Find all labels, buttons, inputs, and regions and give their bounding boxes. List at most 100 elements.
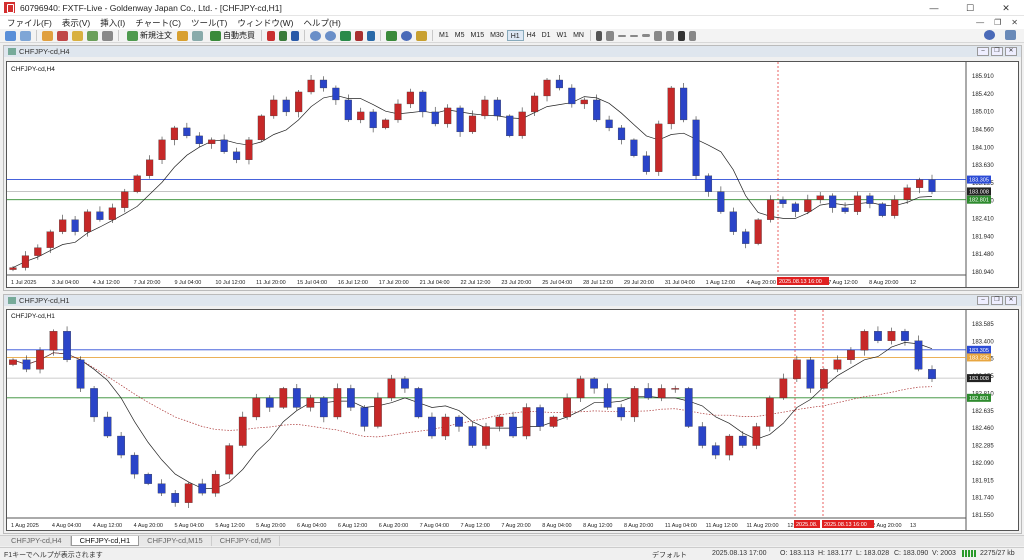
tile-windows-icon[interactable] <box>340 30 351 41</box>
toolbar-separator <box>380 30 381 41</box>
menu-tools[interactable]: ツール(T) <box>188 17 234 29</box>
chart-close-icon[interactable]: ✕ <box>1005 47 1017 56</box>
navigator-icon[interactable] <box>72 30 83 41</box>
price-tick-label: 182.090 <box>972 461 994 467</box>
zoom-out-icon[interactable] <box>325 30 336 41</box>
candle-body <box>232 151 241 160</box>
maximize-icon[interactable]: ☐ <box>952 0 988 16</box>
candle-body <box>406 91 414 105</box>
chart-close-icon[interactable]: ✕ <box>1005 296 1017 305</box>
line-chart-icon[interactable] <box>291 30 299 41</box>
price-tick-label: 181.915 <box>972 478 994 484</box>
price-level-tag-label: 182.801 <box>969 396 989 402</box>
chart-minimize-icon[interactable]: – <box>977 47 989 56</box>
timeframe-m15[interactable]: M15 <box>467 30 487 41</box>
new-chart-icon[interactable] <box>5 30 16 41</box>
candle-body <box>49 331 58 351</box>
terminal-icon[interactable] <box>87 30 98 41</box>
strategy-tester-icon[interactable] <box>102 30 113 41</box>
vertical-line-icon[interactable] <box>617 34 626 37</box>
profiles-icon[interactable] <box>20 30 31 41</box>
candle-body <box>257 115 265 141</box>
chart-restore-icon[interactable]: ❐ <box>991 47 1003 56</box>
time-tick-label: 5 Aug 04:00 <box>174 523 203 529</box>
trendline-icon[interactable] <box>641 34 650 37</box>
candle-body <box>555 79 563 89</box>
horizontal-line-icon[interactable] <box>629 34 638 37</box>
chart-canvas-h1[interactable]: CHFJPY-cd,H1 183.585183.400183.225183.05… <box>7 310 1018 530</box>
menu-insert[interactable]: 挿入(I) <box>97 17 132 29</box>
timeframe-w1[interactable]: W1 <box>554 30 571 41</box>
bar-chart-icon[interactable] <box>267 30 275 41</box>
cursor-icon[interactable] <box>595 30 602 41</box>
menu-view[interactable]: 表示(V) <box>59 17 97 29</box>
periods-icon[interactable] <box>401 30 412 41</box>
tab-chfjpy-m5[interactable]: CHFJPY-cd,M5 <box>212 536 281 546</box>
chart-minimize-icon[interactable]: – <box>977 296 989 305</box>
timeframe-h1[interactable]: H1 <box>506 30 524 41</box>
auto-trading-button[interactable]: 自動売買 <box>205 30 258 42</box>
candle-body <box>225 445 234 475</box>
new-order-button[interactable]: 新規注文 <box>122 30 175 42</box>
candle-body <box>531 95 539 113</box>
channel-icon[interactable] <box>653 30 662 41</box>
indicators-icon[interactable] <box>386 30 397 41</box>
time-tick-label: 5 Aug 12:00 <box>215 523 244 529</box>
templates-icon[interactable] <box>416 30 427 41</box>
autoscroll-icon[interactable] <box>367 30 375 41</box>
zoom-in-icon[interactable] <box>310 30 321 41</box>
candle-body <box>704 175 713 192</box>
search-icon[interactable] <box>984 30 995 40</box>
timeframe-h4[interactable]: H4 <box>524 30 539 41</box>
candle-body <box>841 207 849 212</box>
price-tick-label: 182.635 <box>972 409 994 415</box>
candle-body <box>108 207 116 220</box>
chart-restore-icon[interactable]: ❐ <box>991 296 1003 305</box>
time-tick-label: 4 Aug 20:00 <box>134 523 163 529</box>
timeframe-m1[interactable]: M1 <box>436 30 452 41</box>
menu-chart[interactable]: チャート(C) <box>132 17 188 29</box>
new-order-label: 新規注文 <box>140 31 172 40</box>
candle-body <box>791 203 799 212</box>
tab-chfjpy-h4[interactable]: CHFJPY-cd,H4 <box>3 536 71 546</box>
menu-file[interactable]: ファイル(F) <box>4 17 59 29</box>
mdi-minimize-icon[interactable]: — <box>976 16 984 29</box>
candle-body <box>833 359 842 370</box>
options-icon[interactable] <box>192 30 203 41</box>
chart-shift-icon[interactable] <box>355 30 363 41</box>
price-tick-label: 183.400 <box>972 339 994 345</box>
price-level-tag-label: 183.225 <box>969 355 989 361</box>
mdi-close-icon[interactable]: ✕ <box>1011 16 1018 29</box>
chart-plot-h1[interactable]: CHFJPY-cd,H1 183.585183.400183.225183.05… <box>6 309 1019 531</box>
minimize-icon[interactable]: — <box>916 0 952 16</box>
tab-chfjpy-m15[interactable]: CHFJPY-cd,M15 <box>139 536 212 546</box>
arrows-icon[interactable] <box>688 30 696 41</box>
close-icon[interactable]: ✕ <box>988 0 1024 16</box>
timeframe-d1[interactable]: D1 <box>539 30 554 41</box>
market-watch-icon[interactable] <box>42 30 53 41</box>
candle-body <box>332 87 340 101</box>
menu-help[interactable]: ヘルプ(H) <box>301 17 348 29</box>
data-window-icon[interactable] <box>57 30 68 41</box>
crosshair-icon[interactable] <box>605 30 614 41</box>
candle-body <box>901 331 909 341</box>
fibonacci-icon[interactable] <box>665 30 674 41</box>
tab-chfjpy-h1[interactable]: CHFJPY-cd,H1 <box>70 536 140 546</box>
text-tool-icon[interactable] <box>677 30 685 41</box>
chart-plot-h4[interactable]: CHFJPY-cd,H4 185.910 185.420 185.010 184.56… <box>6 61 1019 288</box>
chat-icon[interactable] <box>1005 30 1016 40</box>
candle-body <box>333 388 342 418</box>
time-tick-label: 6 Aug 12:00 <box>338 523 367 529</box>
time-tick-label: 1 Jul 2025 <box>11 280 36 286</box>
chart-canvas-h4[interactable]: CHFJPY-cd,H4 185.910 185.420 185.010 184.56… <box>7 62 1018 287</box>
metaeditor-icon[interactable] <box>177 30 188 41</box>
candlestick-icon[interactable] <box>279 30 287 41</box>
chart-tab-bar: CHFJPY-cd,H4 CHFJPY-cd,H1 CHFJPY-cd,M15 … <box>0 535 1024 546</box>
mdi-restore-icon[interactable]: ❐ <box>994 16 1001 29</box>
price-tick-label: 182.460 <box>972 426 994 432</box>
timeframe-m5[interactable]: M5 <box>452 30 468 41</box>
candle-body <box>549 416 558 427</box>
menu-window[interactable]: ウィンドウ(W) <box>234 17 300 29</box>
timeframe-m30[interactable]: M30 <box>487 30 507 41</box>
timeframe-mn[interactable]: MN <box>570 30 587 41</box>
